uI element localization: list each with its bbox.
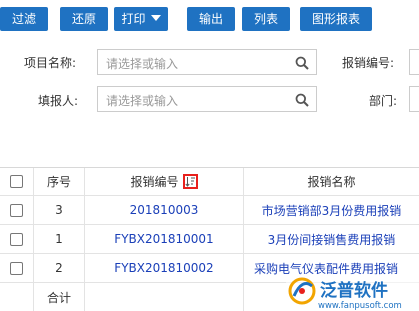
- table-row[interactable]: 3 201810003 市场营销部3月份费用报销: [0, 196, 419, 225]
- reimb-no-input[interactable]: [409, 49, 419, 75]
- row-seq: 3: [34, 196, 85, 224]
- table-header-row: 序号 报销编号 报销名称: [0, 168, 419, 196]
- header-reimb-no-label: 报销编号: [130, 175, 179, 189]
- print-button[interactable]: 打印: [114, 7, 168, 31]
- project-name-label: 项目名称:: [24, 56, 77, 70]
- header-seq[interactable]: 序号: [34, 168, 85, 195]
- print-label: 打印: [121, 12, 146, 26]
- table-row[interactable]: 1 FYBX201810001 3月份间接销售费用报销: [0, 225, 419, 254]
- row-reimb-name-link[interactable]: 3月份间接销售费用报销: [244, 225, 419, 253]
- row-reimb-no-link[interactable]: 201810003: [85, 196, 244, 224]
- header-reimb-no[interactable]: 报销编号: [85, 168, 244, 195]
- reimb-no-label: 报销编号:: [342, 56, 395, 70]
- watermark-logo: 泛普软件 www.fanpusoft.com: [286, 274, 419, 311]
- row-seq: 1: [34, 225, 85, 253]
- total-empty-cell: [0, 283, 34, 311]
- caret-down-icon: [150, 15, 161, 21]
- reporter-label: 填报人:: [38, 94, 79, 108]
- export-button[interactable]: 输出: [187, 7, 235, 31]
- filter-button[interactable]: 过滤: [0, 7, 48, 31]
- row-reimb-name-link[interactable]: 市场营销部3月份费用报销: [244, 196, 419, 224]
- dept-input[interactable]: [409, 86, 419, 112]
- row-checkbox[interactable]: [10, 203, 23, 217]
- reporter-placeholder: 请选择或输入: [106, 94, 179, 108]
- watermark-url: www.fanpusoft.com: [318, 301, 402, 311]
- search-icon[interactable]: [295, 56, 309, 70]
- chart-report-button[interactable]: 图形报表: [300, 7, 372, 31]
- list-button[interactable]: 列表: [242, 7, 290, 31]
- row-reimb-no-link[interactable]: FYBX201810001: [85, 225, 244, 253]
- row-seq: 2: [34, 254, 85, 282]
- select-all-checkbox[interactable]: [10, 175, 23, 188]
- row-select-cell: [0, 196, 34, 224]
- row-select-cell: [0, 225, 34, 253]
- reporter-input[interactable]: 请选择或输入: [97, 86, 317, 112]
- total-empty-cell: [85, 283, 244, 311]
- reset-button[interactable]: 还原: [60, 7, 108, 31]
- dept-label: 部门:: [369, 94, 398, 108]
- toolbar: 过滤 还原 打印 输出 列表 图形报表: [0, 0, 419, 36]
- watermark-brand: 泛普软件: [320, 280, 388, 301]
- row-checkbox[interactable]: [10, 261, 23, 275]
- project-name-placeholder: 请选择或输入: [106, 57, 179, 71]
- row-select-cell: [0, 254, 34, 282]
- select-all-cell: [0, 168, 34, 195]
- sort-icon[interactable]: [182, 174, 198, 189]
- project-name-input[interactable]: 请选择或输入: [97, 49, 317, 75]
- row-reimb-no-link[interactable]: FYBX201810002: [85, 254, 244, 282]
- header-reimb-name[interactable]: 报销名称: [244, 168, 419, 195]
- total-label: 合计: [34, 283, 85, 311]
- search-icon[interactable]: [295, 93, 309, 107]
- row-checkbox[interactable]: [10, 232, 23, 246]
